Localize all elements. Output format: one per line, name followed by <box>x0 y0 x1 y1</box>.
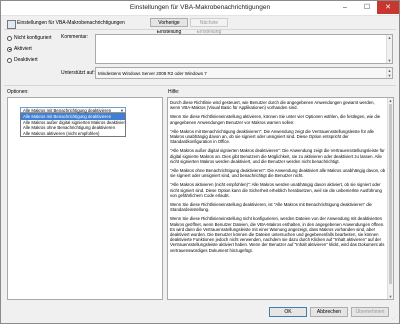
comment-scrollbar[interactable]: ▲ ▼ <box>386 35 392 63</box>
help-paragraph: Wenn Sie diese Richtlinieneinstellung ak… <box>170 114 381 125</box>
help-paragraph: "Alle Makros mit Benachrichtigung deakti… <box>170 128 374 145</box>
option-item[interactable]: Alle Makros mit Benachrichtigung deaktiv… <box>21 114 125 120</box>
supported-field: Mindestens Windows Server 2008 R2 oder W… <box>95 67 393 79</box>
body-divider <box>4 85 396 86</box>
help-panel: Durch diese Richtlinie wird gesteuert, w… <box>167 97 394 300</box>
radio-not-configured[interactable]: Nicht konfiguriert <box>7 35 52 41</box>
previous-setting-button[interactable]: Vorherige Einstellung <box>150 18 188 35</box>
policy-setting-icon <box>7 20 16 29</box>
close-button[interactable]: ✕ <box>377 1 399 14</box>
resize-grip-icon[interactable]: ⋰ <box>392 315 397 321</box>
title-bar: Einstellungen für VBA-Makrobenachrichtig… <box>1 1 399 16</box>
comment-textarea[interactable]: ▲ ▼ <box>95 34 393 64</box>
next-setting-button[interactable]: Nächste Einstellung <box>190 18 228 35</box>
maximize-button[interactable]: ☐ <box>357 1 377 14</box>
scroll-up-icon[interactable]: ▲ <box>387 35 392 40</box>
help-paragraph: "Alle Makros aktivieren (nicht empfohlen… <box>170 182 382 198</box>
comment-label: Kommentar: <box>61 34 89 40</box>
scroll-down-icon[interactable]: ▼ <box>387 58 392 63</box>
scroll-down-icon[interactable]: ▼ <box>387 73 392 78</box>
supported-value: Mindestens Windows Server 2008 R2 oder W… <box>98 71 207 76</box>
minimize-button[interactable]: – <box>335 1 355 14</box>
help-scroll-thumb[interactable] <box>389 104 392 284</box>
radio-disabled[interactable]: Deaktiviert <box>7 57 38 63</box>
radio-label: Deaktiviert <box>14 57 38 63</box>
radio-circle-selected[interactable] <box>7 46 12 52</box>
help-scrollbar[interactable]: ▲ ▼ <box>387 98 393 299</box>
apply-button[interactable]: Übernehmen <box>351 307 389 317</box>
ok-button[interactable]: OK <box>269 307 307 317</box>
radio-circle[interactable] <box>7 57 12 63</box>
help-paragraph: "Alle Makros ohne Benachrichtigung deakt… <box>170 168 386 179</box>
radio-label: Nicht konfiguriert <box>14 35 52 41</box>
option-item[interactable]: Alle Makros ohne Benachrichtigung deakti… <box>21 125 125 131</box>
scroll-up-icon[interactable]: ▲ <box>388 98 393 103</box>
options-label: Optionen: <box>7 89 29 95</box>
supported-label: Unterstützt auf: <box>61 70 95 76</box>
help-paragraph: "Alle Makros außer digital signierten Ma… <box>170 148 385 164</box>
setting-name: Einstellungen für VBA-Makrobenachrichtig… <box>17 20 125 26</box>
cancel-button[interactable]: Abbrechen <box>310 307 348 317</box>
option-item[interactable]: Alle Makros aktivieren (nicht empfohlen) <box>21 131 125 137</box>
help-label: Hilfe: <box>168 89 180 95</box>
radio-label: Aktiviert <box>14 46 32 52</box>
macro-option-list: Alle Makros mit Benachrichtigung deaktiv… <box>20 113 126 137</box>
help-paragraph: Wenn Sie diese Richtlinieneinstellung de… <box>170 202 372 213</box>
dialog-window: Einstellungen für VBA-Makrobenachrichtig… <box>0 0 400 324</box>
header-divider <box>4 29 396 30</box>
help-paragraph: Wenn Sie diese Richtlinieneinstellung ni… <box>170 216 385 253</box>
radio-enabled[interactable]: Aktiviert <box>7 46 32 52</box>
radio-circle[interactable] <box>7 35 12 41</box>
supported-scrollbar[interactable]: ▲ ▼ <box>386 68 392 78</box>
scroll-down-icon[interactable]: ▼ <box>388 294 393 299</box>
help-text: Durch diese Richtlinie wird gesteuert, w… <box>170 100 386 257</box>
help-paragraph: Durch diese Richtlinie wird gesteuert, w… <box>170 100 375 111</box>
